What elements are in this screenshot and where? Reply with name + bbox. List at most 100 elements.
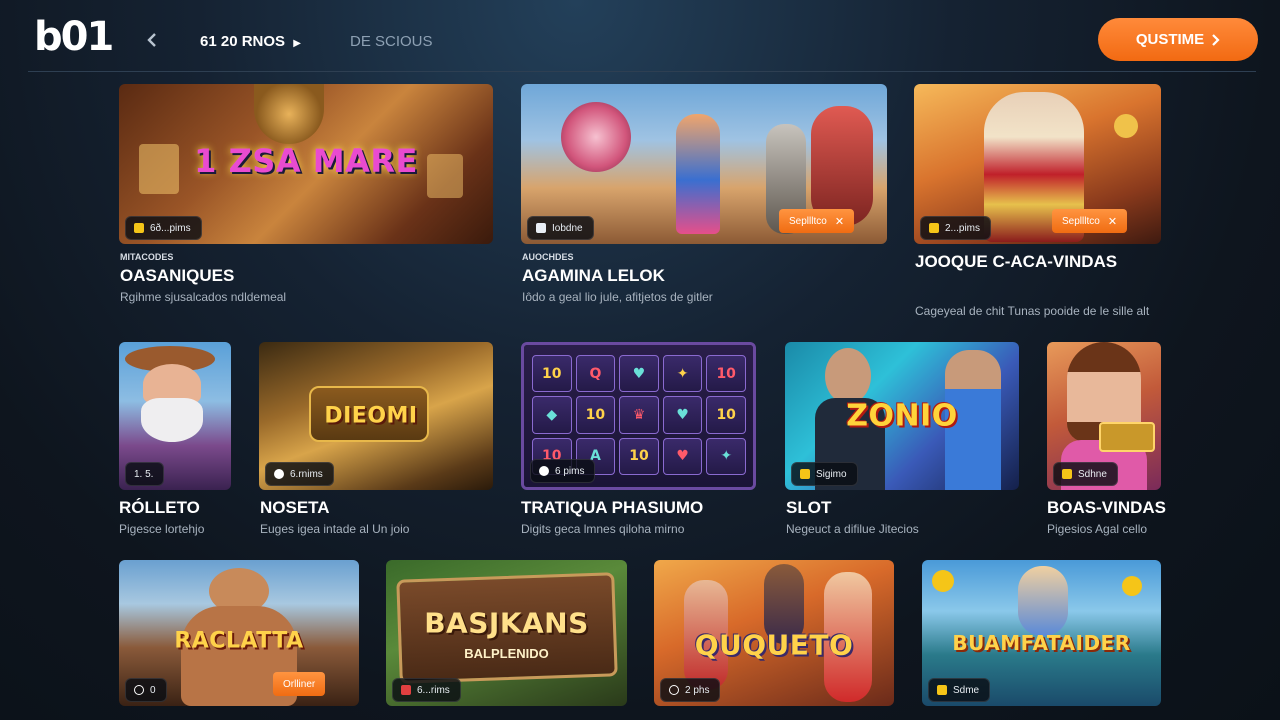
game-description: Cageyeal de chit Tunas pooide de le sill…	[915, 304, 1150, 318]
game-description: Euges igea intade al Un joio	[260, 522, 410, 536]
game-title[interactable]: OASANIQUES	[120, 266, 234, 286]
nav-link-secondary[interactable]: DE SCIOUS	[350, 33, 433, 50]
game-thumbnail[interactable]: 10 Q ♥ ✦ 10 ◆ 10 ♛ ♥ 10 10 A 10 ♥ ✦ 6 pims	[521, 342, 756, 490]
players-badge-label: Sdhne	[1078, 468, 1107, 480]
game-thumbnail[interactable]: BUAMFATAIDER Sdme	[922, 560, 1161, 706]
game-logo-subtitle: BALPLENIDO	[464, 646, 549, 661]
players-badge: 0	[125, 678, 167, 702]
game-thumbnail[interactable]: DIEOMI 6.rnims	[259, 342, 493, 490]
chevron-right-icon	[1212, 33, 1220, 46]
players-badge-label: 2...pims	[945, 222, 981, 234]
players-badge-label: Iobdne	[552, 222, 583, 234]
slot-symbol: 10	[619, 437, 659, 475]
site-logo[interactable]: b01	[34, 14, 114, 60]
players-badge-label: Sdme	[953, 684, 980, 696]
chevron-left-icon[interactable]	[146, 30, 160, 50]
slot-reels: 10 Q ♥ ✦ 10 ◆ 10 ♛ ♥ 10 10 A 10 ♥ ✦	[532, 355, 746, 475]
coin-icon	[937, 685, 947, 695]
chip-icon	[539, 466, 549, 476]
game-logo-text: ZONIO	[846, 398, 958, 434]
players-badge-label: 2 phs	[685, 684, 710, 696]
offer-button[interactable]: Sepllltco ✕	[1052, 209, 1128, 233]
nav-primary-label: 61 20 RNOS	[200, 33, 286, 50]
gift-icon	[401, 685, 411, 695]
game-thumbnail[interactable]: Iobdne Sepllltco ✕	[521, 84, 887, 244]
cta-button[interactable]: QUSTIME	[1098, 18, 1258, 61]
game-description: Pigesios Agal cello	[1047, 522, 1148, 536]
offer-label: Sepllltco	[1062, 215, 1100, 227]
slot-symbol: 10	[532, 355, 572, 393]
game-title[interactable]: JOOQUE C-ACA-VINDAS	[915, 252, 1117, 272]
play-arrow-icon: ▶	[293, 38, 301, 49]
slot-symbol: ♥	[662, 396, 703, 434]
game-description: Digits geca lmnes qiloha mirno	[521, 522, 685, 536]
swords-icon: ✕	[1107, 215, 1118, 228]
players-badge: 6...rims	[392, 678, 461, 702]
players-badge-label: 0	[150, 684, 156, 696]
slot-symbol: ♛	[619, 396, 659, 434]
players-badge: 6 pims	[530, 459, 596, 483]
game-thumbnail[interactable]: 1. 5.	[119, 342, 231, 490]
chip-icon	[274, 469, 284, 479]
players-badge-label: 6 pims	[555, 465, 585, 477]
game-title[interactable]: TRATIQUA PHASIUMO	[521, 498, 703, 518]
players-badge: 1. 5.	[125, 462, 165, 486]
swords-icon: ✕	[834, 215, 845, 228]
players-badge: 6.rnims	[265, 462, 334, 486]
offer-label: Orlliner	[283, 678, 316, 690]
game-logo-text: BUAMFATAIDER	[952, 631, 1131, 655]
offer-label: Sepllltco	[789, 215, 827, 227]
players-badge: 6ð...pims	[125, 216, 202, 240]
slot-symbol: 10	[575, 396, 616, 434]
coin-icon	[1062, 469, 1072, 479]
game-title[interactable]: RÓLLETO	[119, 498, 200, 518]
players-badge-label: 6.rnims	[290, 468, 323, 480]
cta-label: QUSTIME	[1135, 31, 1205, 48]
game-category: AUOCHDES	[522, 252, 574, 262]
chip-icon	[134, 685, 144, 695]
slot-symbol: ✦	[662, 355, 703, 393]
players-badge: Sigimo	[791, 462, 858, 486]
game-thumbnail[interactable]: 1 ZSA MARE 6ð...pims	[119, 84, 493, 244]
players-badge-label: 6...rims	[417, 684, 450, 696]
game-logo-text: RACLATTA	[174, 628, 304, 654]
players-badge: Sdme	[928, 678, 991, 702]
game-logo-text: QUQUETO	[694, 628, 854, 662]
game-thumbnail[interactable]: QUQUETO 2 phs	[654, 560, 894, 706]
game-description: Negeuct a difilue Jitecios	[786, 522, 919, 536]
slot-symbol: 10	[706, 396, 746, 434]
coin-icon	[800, 469, 810, 479]
game-description: Rgihme sjusalcados ndldemeal	[120, 290, 287, 304]
offer-button[interactable]: Orlliner	[273, 672, 326, 696]
slot-symbol: Q	[575, 355, 616, 393]
nav-link-primary[interactable]: 61 20 RNOS ▶	[200, 33, 301, 50]
players-badge-label: Sigimo	[816, 468, 847, 480]
game-description: Iôdo a geal lio jule, afitjetos de gitle…	[522, 290, 713, 304]
game-thumbnail[interactable]: Sdhne	[1047, 342, 1161, 490]
game-category: MITACODES	[120, 252, 174, 262]
coin-icon	[929, 223, 939, 233]
slot-symbol: ♥	[619, 355, 659, 393]
offer-button[interactable]: Sepllltco ✕	[779, 209, 855, 233]
game-thumbnail[interactable]: BASJKANS BALPLENIDO 6...rims	[386, 560, 627, 706]
game-title[interactable]: SLOT	[786, 498, 831, 518]
players-badge-label: 1. 5.	[134, 468, 154, 480]
game-title[interactable]: AGAMINA LELOK	[522, 266, 665, 286]
chip-icon	[669, 685, 679, 695]
game-logo-text: 1 ZSA MARE	[194, 141, 418, 180]
game-thumbnail[interactable]: RACLATTA 0 Orlliner	[119, 560, 359, 706]
game-thumbnail[interactable]: 2...pims Sepllltco ✕	[914, 84, 1161, 244]
game-thumbnail[interactable]: ZONIO Sigimo	[785, 342, 1019, 490]
top-header: b01 61 20 RNOS ▶ DE SCIOUS QUSTIME	[28, 0, 1258, 72]
slot-symbol: 10	[706, 355, 746, 393]
game-title[interactable]: BOAS-VINDAS	[1047, 498, 1166, 518]
players-badge: Iobdne	[527, 216, 594, 240]
coin-icon	[134, 223, 144, 233]
players-badge: Sdhne	[1053, 462, 1118, 486]
game-title[interactable]: NOSETA	[260, 498, 330, 518]
game-logo-text: DIEOMI	[324, 403, 418, 429]
slot-symbol: ◆	[532, 396, 572, 434]
game-description: Pigesce lortehjo	[119, 522, 205, 536]
user-icon	[536, 223, 546, 233]
players-badge-label: 6ð...pims	[150, 222, 191, 234]
